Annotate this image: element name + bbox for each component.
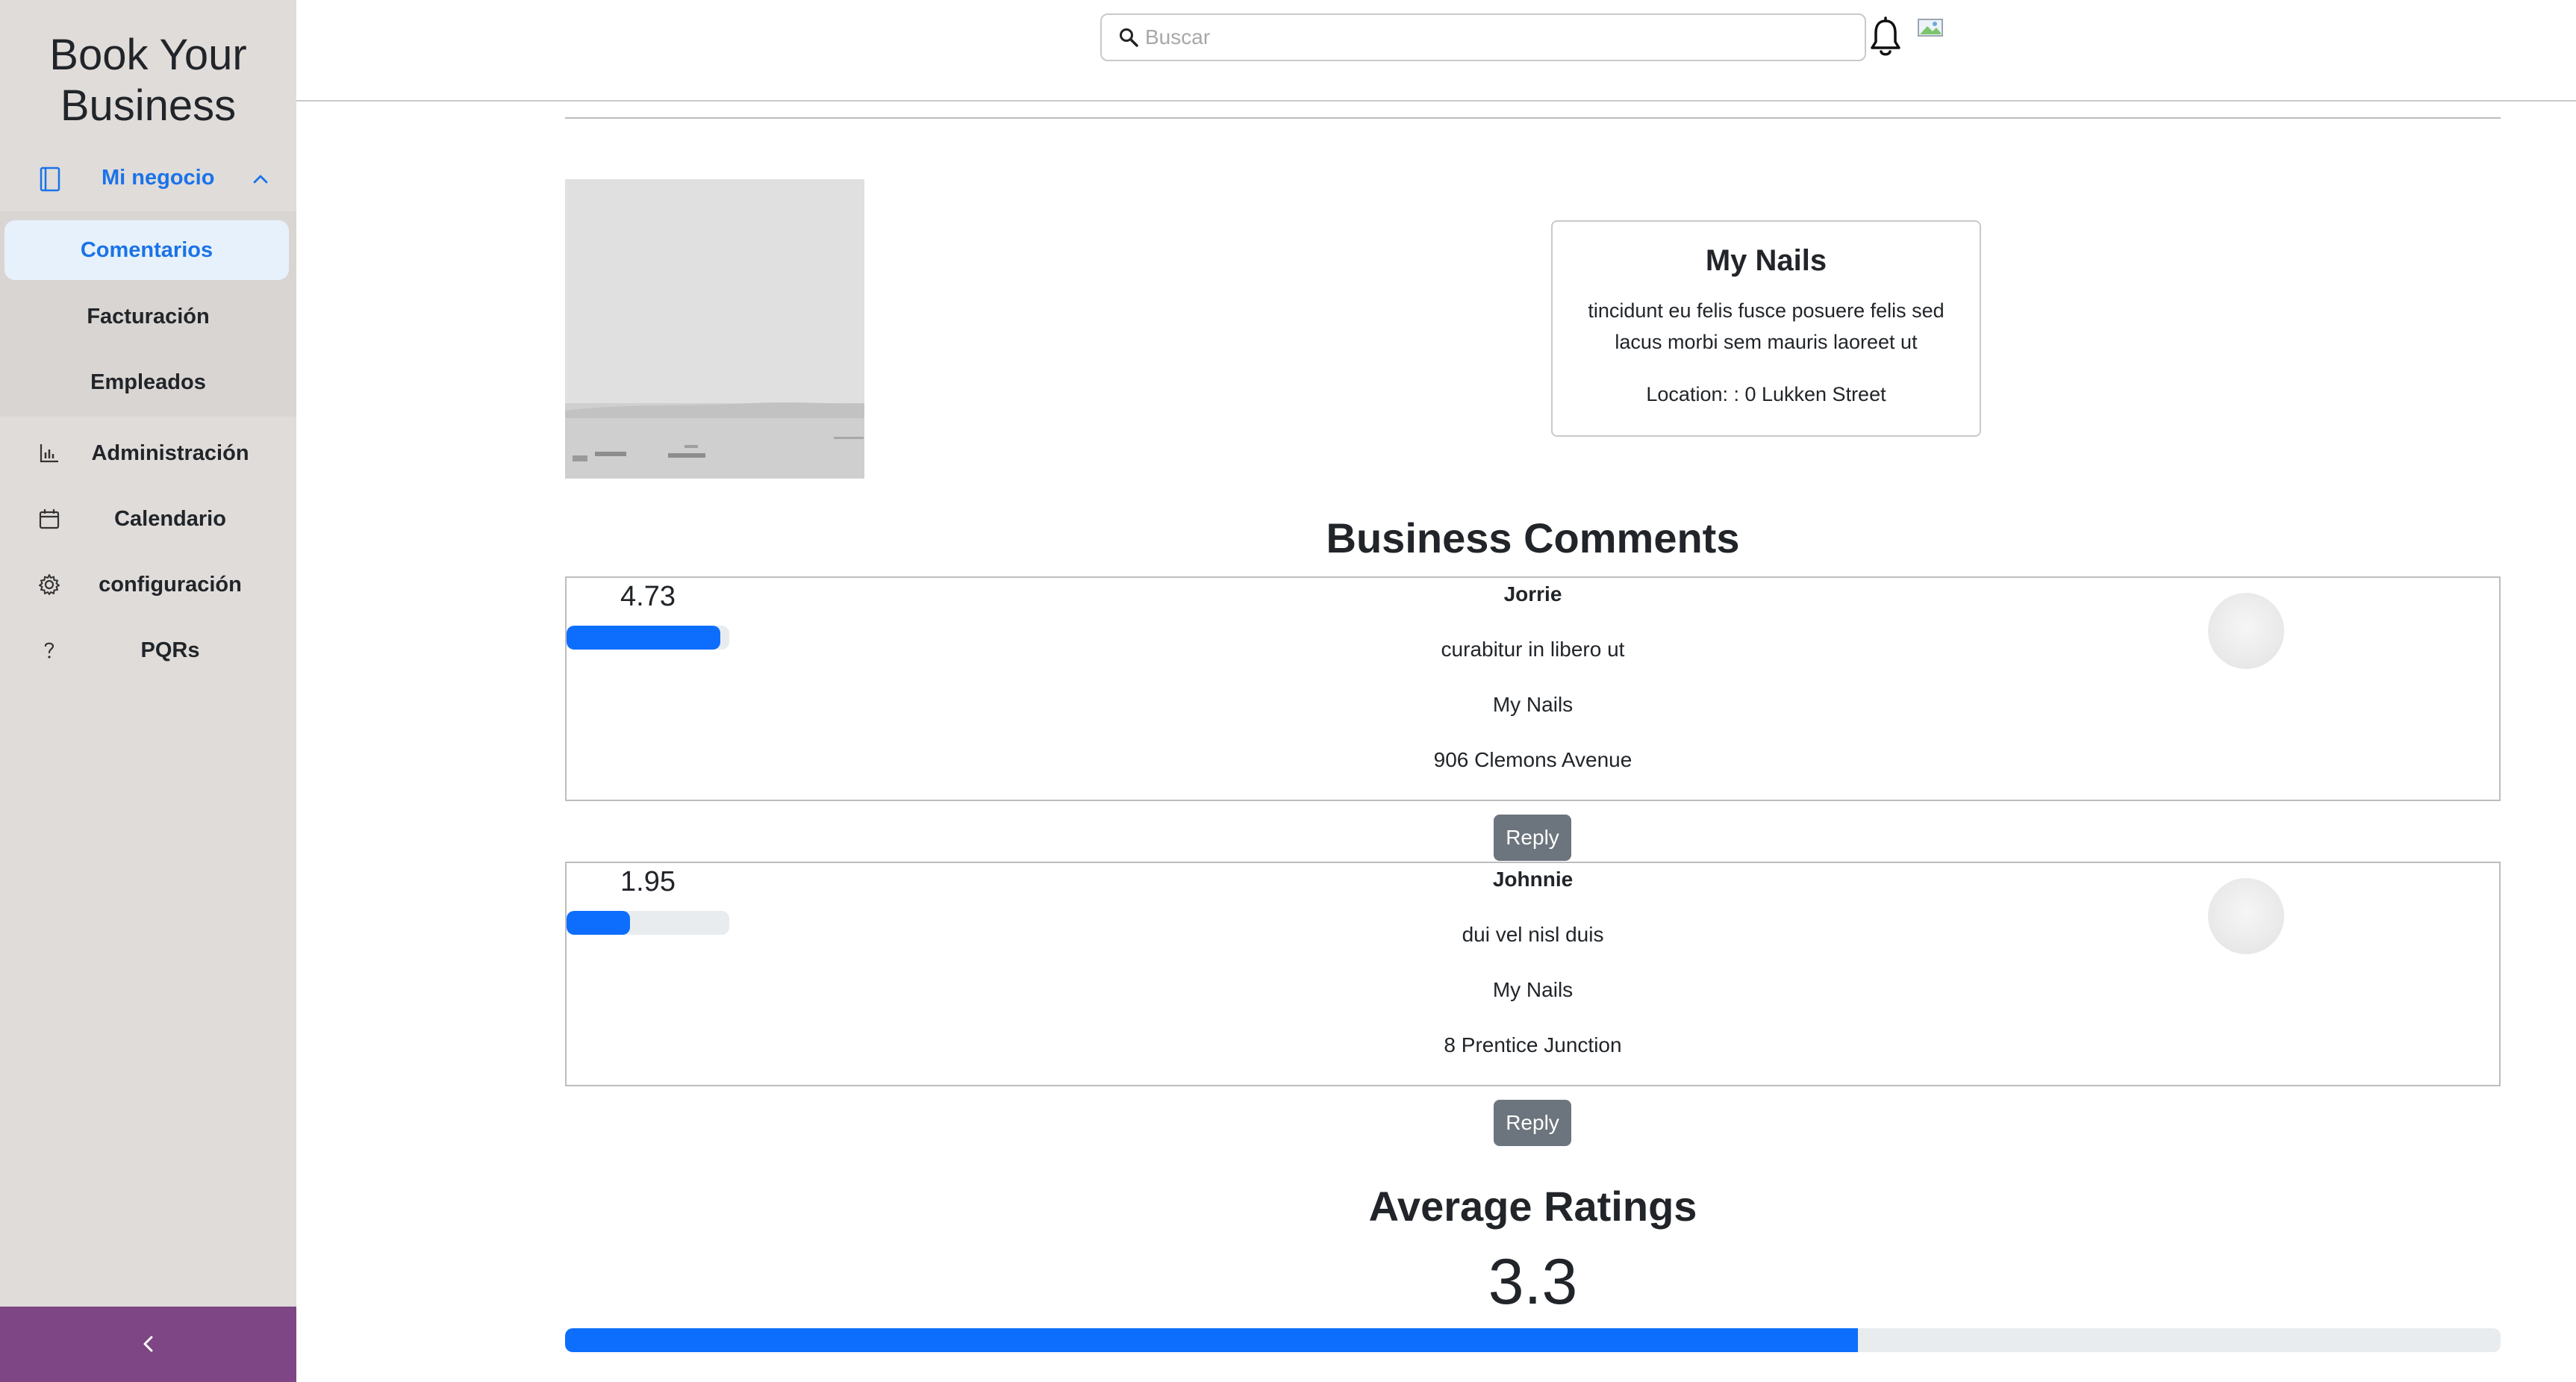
sidebar-item-label: Administración: [91, 441, 249, 465]
sidebar-item-facturacion[interactable]: Facturación: [0, 287, 296, 346]
business-photo: [565, 179, 864, 479]
comment-card: 4.73 Jorrie curabitur in libero ut My Na…: [565, 576, 2501, 801]
comment-business: My Nails: [1492, 978, 1574, 1001]
reply-button[interactable]: Reply: [1494, 1100, 1571, 1146]
sidebar-item-calendario[interactable]: Calendario: [0, 489, 296, 549]
broken-image-icon[interactable]: [1917, 16, 1944, 39]
average-rating-bar-fill: [565, 1328, 1859, 1352]
comment-business: My Nails: [1492, 693, 1574, 716]
avatar: [2208, 593, 2284, 669]
submenu-mi-negocio: Comentarios Facturación Empleados: [0, 211, 296, 417]
comments-title: Business Comments: [1326, 514, 1740, 561]
search-box[interactable]: [1100, 13, 1866, 61]
sidebar-item-label: Mi negocio: [102, 166, 215, 190]
divider: [565, 117, 2501, 119]
business-image: [565, 179, 864, 479]
book-icon: [40, 166, 60, 192]
search-icon: [1120, 28, 1138, 47]
chevron-up-icon[interactable]: [251, 169, 270, 189]
sidebar-item-label: PQRs: [140, 638, 200, 662]
search-input[interactable]: [1145, 22, 1847, 52]
average-rating-bar: [565, 1328, 2501, 1352]
comment-card: 1.95 Johnnie dui vel nisl duis My Nails …: [565, 862, 2501, 1086]
business-card: My Nails tincidunt eu felis fusce posuer…: [1551, 220, 1981, 437]
sidebar-item-comentarios[interactable]: Comentarios: [4, 220, 289, 280]
comment-address: 906 Clemons Avenue: [1433, 748, 1632, 771]
average-rating-value: 3.3: [1488, 1246, 1578, 1318]
sidebar-item-administracion[interactable]: Administración: [0, 423, 296, 483]
brand-title: Book Your Business: [49, 31, 247, 130]
sidebar-item-label: configuración: [99, 573, 242, 597]
business-location: Location: : 0 Lukken Street: [1646, 383, 1886, 405]
sidebar-item-mi-negocio[interactable]: Mi negocio: [0, 153, 296, 205]
sidebar-item-pqrs[interactable]: PQRs: [0, 620, 296, 680]
comment-address: 8 Prentice Junction: [1444, 1033, 1622, 1056]
bell-icon[interactable]: [1868, 16, 1903, 58]
comment-user: Johnnie: [1492, 868, 1574, 891]
sidebar-item-label: Calendario: [114, 507, 226, 531]
sidebar-item-empleados[interactable]: Empleados: [0, 352, 296, 412]
top-bar: [296, 0, 2576, 102]
business-name: My Nails: [1705, 244, 1827, 277]
comment-user: Jorrie: [1503, 582, 1562, 606]
average-ratings-title: Average Ratings: [1368, 1183, 1697, 1230]
sidebar: Book Your Business Mi negocio Comentario…: [0, 0, 296, 1382]
sidebar-item-configuracion[interactable]: configuración: [0, 555, 296, 614]
reply-button[interactable]: Reply: [1494, 815, 1571, 861]
avatar: [2208, 878, 2284, 954]
chevron-left-icon: [143, 1336, 153, 1352]
business-description: tincidunt eu felis fusce posuere felis s…: [1588, 299, 1945, 353]
sidebar-collapse-button[interactable]: [0, 1307, 296, 1382]
